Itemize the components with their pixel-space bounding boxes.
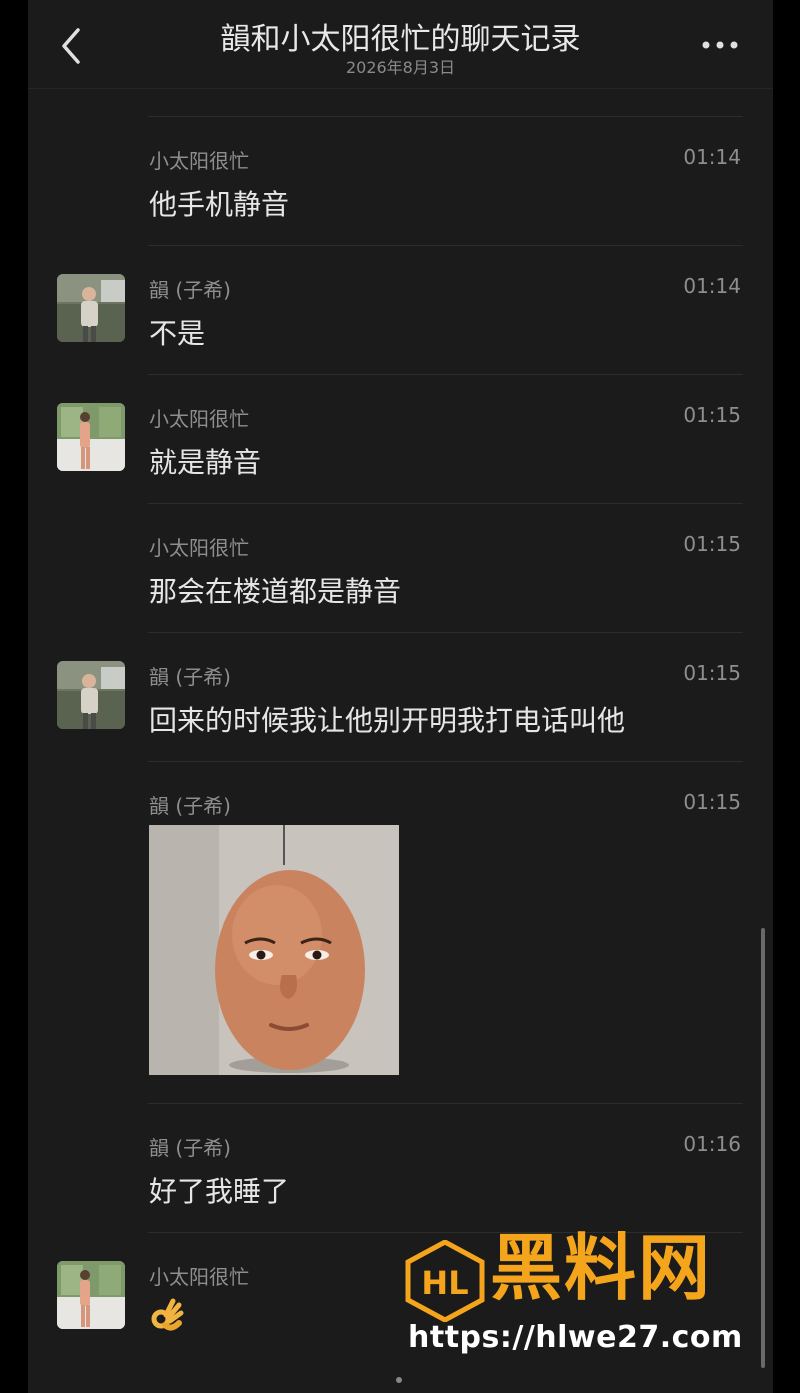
sender-name: 韻 (子希) [149,278,231,302]
message-time: 01:14 [683,145,741,169]
divider [148,374,743,375]
message-text: 回来的时候我让他别开明我打电话叫他 [149,704,626,737]
sender-name: 小太阳很忙 [149,407,249,431]
message-time: 01:14 [683,274,741,298]
message-text: 不是 [149,317,206,350]
sender-name: 小太阳很忙 [149,536,249,560]
message-item[interactable]: 韻 (子希) 01:14 不是 [28,274,773,364]
watermark-logo-text: HL [421,1264,468,1302]
avatar[interactable] [57,1261,125,1329]
divider [148,503,743,504]
sender-name: 韻 (子希) [149,794,231,818]
message-time: 01:15 [683,532,741,556]
avatar[interactable] [57,274,125,342]
message-text: 就是静音 [149,446,262,479]
message-item[interactable]: 韻 (子希) 01:15 回来的时候我让他别开明我打电话叫他 [28,661,773,751]
message-time: 01:15 [683,403,741,427]
message-item[interactable]: 韻 (子希) 01:15 [28,790,773,1090]
page-title: 韻和小太阳很忙的聊天记录 [220,22,581,57]
sender-name: 小太阳很忙 [149,149,249,173]
message-time: 01:15 [683,790,741,814]
watermark-logo-icon: HL [405,1240,485,1322]
page-date: 2026年8月3日 [345,58,456,77]
header-bar: 韻和小太阳很忙的聊天记录 2026年8月3日 [28,0,773,89]
divider [148,1103,743,1104]
divider [148,245,743,246]
message-text: 好了我睡了 [149,1175,290,1208]
message-text: 他手机静音 [149,188,290,221]
divider [148,761,743,762]
message-item[interactable]: 小太阳很忙 01:15 就是静音 [28,403,773,493]
chat-history-screen: 韻和小太阳很忙的聊天记录 2026年8月3日 小太阳很忙 01:14 他手机静音 [28,0,773,1393]
scrollbar[interactable] [761,928,765,1368]
ok-hand-emoji [151,1298,184,1331]
message-time: 01:15 [683,661,741,685]
page-indicator [396,1377,402,1383]
watermark-url: https://hlwe27.com [408,1320,743,1355]
sender-name: 小太阳很忙 [149,1265,249,1289]
watermark-brand: 黑料网 [490,1226,713,1310]
message-item[interactable]: 小太阳很忙 01:15 那会在楼道都是静音 [28,532,773,622]
sender-name: 韻 (子希) [149,1136,231,1160]
sender-name: 韻 (子希) [149,665,231,689]
divider [148,632,743,633]
more-dots-icon[interactable] [701,40,741,50]
message-text: 那会在楼道都是静音 [149,575,402,608]
divider [148,116,743,117]
avatar[interactable] [57,403,125,471]
message-item[interactable]: 小太阳很忙 01:14 他手机静音 [28,145,773,235]
message-time: 01:16 [683,1132,741,1156]
message-item[interactable]: 韻 (子希) 01:16 好了我睡了 [28,1132,773,1222]
avatar[interactable] [57,661,125,729]
egg-face-sticker[interactable] [149,825,399,1075]
